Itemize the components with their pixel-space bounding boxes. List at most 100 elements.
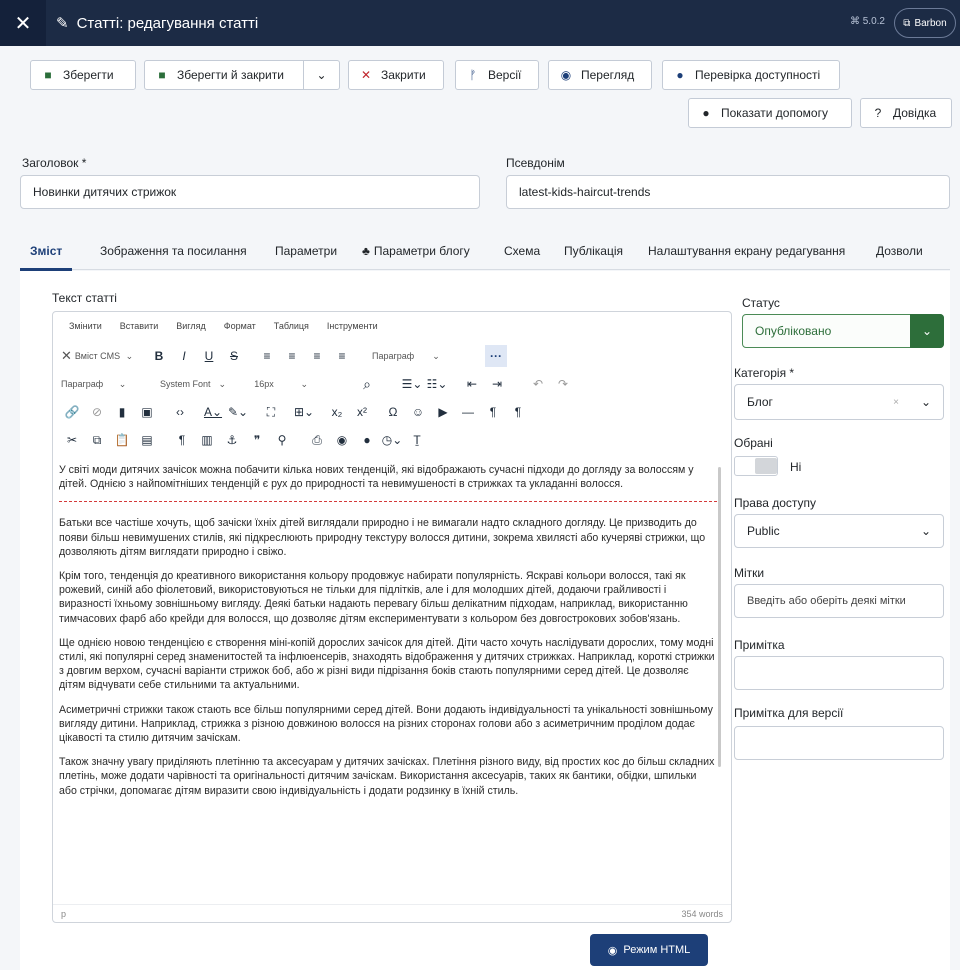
highlight-color-icon[interactable]: ✎⌄ — [227, 401, 249, 423]
close-icon: ✕ — [360, 68, 372, 82]
menu-format[interactable]: Формат — [224, 321, 256, 331]
align-left-icon[interactable]: ≡ — [256, 345, 278, 367]
indent-icon[interactable]: ⇥ — [486, 373, 508, 395]
ltr-icon[interactable]: ¶ — [482, 401, 504, 423]
tab-schema[interactable]: Схема — [504, 232, 540, 270]
text-color-icon[interactable]: A⌄ — [202, 401, 224, 423]
paragraph: Батьки все частіше хочуть, щоб зачіски ї… — [59, 517, 706, 558]
tags-input[interactable]: Введіть або оберіть деякі мітки — [734, 584, 944, 618]
special-char-icon[interactable]: Ω — [382, 401, 404, 423]
accessibility-check-button[interactable]: ● Перевірка доступності — [662, 60, 840, 90]
format-dropdown[interactable]: Параграф ⌄ — [61, 373, 157, 395]
view-site-button[interactable]: ⧉ Barbon — [894, 8, 956, 38]
editor-scrollbar[interactable] — [718, 467, 721, 767]
search-icon[interactable]: ⌕ — [356, 373, 378, 395]
template-icon[interactable]: ▥ — [196, 429, 218, 451]
rtl-icon[interactable]: ¶ — [507, 401, 529, 423]
menu-insert[interactable]: Вставити — [120, 321, 159, 331]
toolbar: ■ Зберегти ■ Зберегти й закрити ⌄ ✕ Закр… — [0, 46, 960, 136]
featured-value: Ні — [790, 460, 802, 474]
menu-view[interactable]: Вигляд — [176, 321, 206, 331]
link-icon[interactable]: 🔗 — [61, 401, 83, 423]
version-note-input[interactable] — [734, 726, 944, 760]
bookmark-icon[interactable]: ▮ — [111, 401, 133, 423]
superscript-icon[interactable]: x² — [351, 401, 373, 423]
nonbreaking-icon[interactable]: ⦁ — [356, 429, 378, 451]
blockquote-icon[interactable]: ❞ — [246, 429, 268, 451]
italic-icon[interactable]: I — [173, 345, 195, 367]
joomla-logo-icon[interactable]: ✕ — [0, 0, 46, 46]
font-size-dropdown[interactable]: 16px ⌄ — [253, 373, 353, 395]
question-icon: ? — [874, 106, 882, 120]
menu-edit[interactable]: Змінити — [69, 321, 102, 331]
underline-icon[interactable]: U — [198, 345, 220, 367]
paragraph: У світі моди дитячих зачісок можна побач… — [59, 464, 694, 491]
cut-icon[interactable]: ✂ — [61, 429, 83, 451]
menu-table[interactable]: Таблиця — [274, 321, 309, 331]
save-close-button[interactable]: ■ Зберегти й закрити ⌄ — [144, 60, 340, 90]
undo-icon[interactable]: ↶ — [527, 373, 549, 395]
toggle-html-button[interactable]: ◉ Режим HTML — [590, 934, 708, 966]
preview-button[interactable]: ◉ Перегляд — [548, 60, 652, 90]
image-icon[interactable]: ▣ — [136, 401, 158, 423]
paragraph-icon[interactable]: ¶ — [171, 429, 193, 451]
note-input[interactable] — [734, 656, 944, 690]
editor-content[interactable]: У світі моди дитячих зачісок можна побач… — [59, 463, 717, 903]
paste-text-icon[interactable]: ▤ — [136, 429, 158, 451]
menu-tools[interactable]: Інструменти — [327, 321, 378, 331]
anchor-icon[interactable]: ⚓ — [221, 429, 243, 451]
editor-toolbar-row-2: Параграф ⌄ System Font ⌄ 16px ⌄ ⌕ ☰⌄ ☷⌄ … — [61, 372, 577, 396]
category-label: Категорія * — [734, 366, 795, 380]
preview-icon[interactable]: ◉ — [331, 429, 353, 451]
subscript-icon[interactable]: x₂ — [326, 401, 348, 423]
media-icon[interactable]: ▶ — [432, 401, 454, 423]
outdent-icon[interactable]: ⇤ — [461, 373, 483, 395]
unlink-icon[interactable]: ⊘ — [86, 401, 108, 423]
help-button[interactable]: ? Довідка — [860, 98, 952, 128]
paste-icon[interactable]: 📋 — [111, 429, 133, 451]
clear-format-icon[interactable]: Ṯ — [406, 429, 428, 451]
bullet-list-icon[interactable]: ☰⌄ — [401, 373, 423, 395]
print-icon[interactable]: ⎙ — [306, 429, 328, 451]
title-input[interactable]: Новинки дитячих стрижок — [20, 175, 480, 209]
align-right-icon[interactable]: ≡ — [306, 345, 328, 367]
numbered-list-icon[interactable]: ☷⌄ — [426, 373, 448, 395]
category-select[interactable]: Блог × ⌄ — [734, 384, 944, 420]
tab-editor-config[interactable]: Налаштування екрану редагування — [648, 232, 845, 270]
paragraph: Також значну увагу приділяють плетінню т… — [59, 756, 715, 797]
code-icon[interactable]: ‹› — [169, 401, 191, 423]
more-icon[interactable]: ··· — [485, 345, 507, 367]
tab-options[interactable]: Параметри — [275, 232, 337, 270]
align-center-icon[interactable]: ≡ — [281, 345, 303, 367]
status-select[interactable]: Опубліковано ⌄ — [742, 314, 944, 348]
featured-toggle[interactable] — [734, 456, 778, 476]
block-format-dropdown[interactable]: Параграф ⌄ — [372, 345, 468, 367]
tab-blog-options[interactable]: ♣ Параметри блогу — [362, 232, 470, 270]
versions-button[interactable]: ᚠ Версії — [455, 60, 539, 90]
align-justify-icon[interactable]: ≡ — [331, 345, 353, 367]
redo-icon[interactable]: ↷ — [552, 373, 574, 395]
cms-content-dropdown[interactable]: ✕ Вміст CMS ⌄ — [61, 345, 145, 367]
save-button[interactable]: ■ Зберегти — [30, 60, 136, 90]
font-family-dropdown[interactable]: System Font ⌄ — [160, 373, 250, 395]
save-icon: ■ — [44, 68, 52, 82]
tab-publishing[interactable]: Публікація — [564, 232, 623, 270]
clock-icon[interactable]: ◷⌄ — [381, 429, 403, 451]
user-icon[interactable]: ⚲ — [271, 429, 293, 451]
emoji-icon[interactable]: ☺ — [407, 401, 429, 423]
alias-input[interactable]: latest-kids-haircut-trends — [506, 175, 950, 209]
close-button[interactable]: ✕ Закрити — [348, 60, 444, 90]
bold-icon[interactable]: B — [148, 345, 170, 367]
horizontal-rule-icon[interactable]: — — [457, 401, 479, 423]
copy-icon[interactable]: ⧉ — [86, 429, 108, 451]
strikethrough-icon[interactable]: S — [223, 345, 245, 367]
tab-permissions[interactable]: Дозволи — [876, 232, 923, 270]
access-select[interactable]: Public ⌄ — [734, 514, 944, 548]
show-help-button[interactable]: ● Показати допомогу — [688, 98, 852, 128]
chevron-down-icon[interactable]: ⌄ — [303, 61, 339, 89]
clear-icon[interactable]: × — [893, 397, 899, 408]
tab-images-links[interactable]: Зображення та посилання — [100, 232, 247, 270]
fullscreen-icon[interactable]: ⛶ — [260, 401, 282, 423]
tab-content[interactable]: Зміст — [19, 232, 73, 271]
table-icon[interactable]: ⊞⌄ — [293, 401, 315, 423]
